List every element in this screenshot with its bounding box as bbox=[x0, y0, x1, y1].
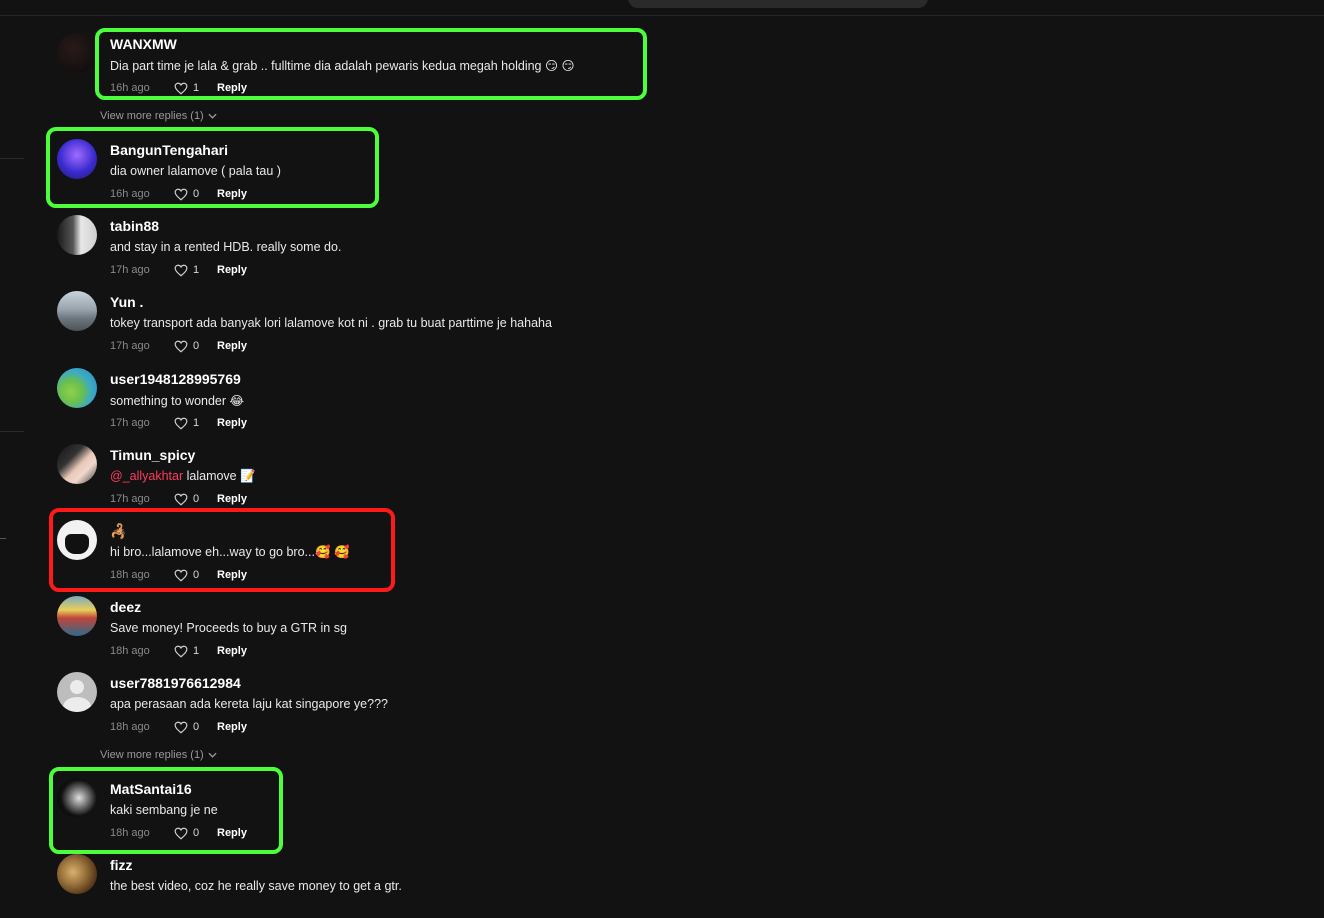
comment-time: 16h ago bbox=[110, 188, 150, 200]
chevron-down-icon bbox=[208, 752, 217, 758]
left-panel-divider bbox=[0, 431, 24, 432]
comment-username[interactable]: WANXMW bbox=[110, 36, 177, 52]
comment-meta: 17h ago 1 Reply bbox=[110, 262, 247, 278]
like-count: 0 bbox=[193, 827, 200, 839]
heart-outline-icon[interactable] bbox=[174, 645, 188, 658]
comment-username[interactable]: BangunTengahari bbox=[110, 142, 228, 158]
reply-button[interactable]: Reply bbox=[217, 417, 247, 429]
view-more-label: View more replies (1) bbox=[100, 749, 204, 761]
comment-meta: 18h ago 0 Reply bbox=[110, 719, 247, 735]
like-count: 1 bbox=[193, 264, 200, 276]
heart-outline-icon[interactable] bbox=[174, 264, 188, 277]
comment-text: dia owner lalamove ( pala tau ) bbox=[110, 164, 281, 178]
reply-button[interactable]: Reply bbox=[217, 827, 247, 839]
comment-meta: 17h ago 1 Reply bbox=[110, 415, 247, 431]
comment-text: @_allyakhtar lalamove 📝 bbox=[110, 469, 256, 484]
comment-username[interactable]: user7881976612984 bbox=[110, 675, 241, 691]
view-more-label: View more replies (1) bbox=[100, 110, 204, 122]
comment-time: 17h ago bbox=[110, 417, 150, 429]
comment-text: kaki sembang je ne bbox=[110, 803, 218, 817]
reply-button[interactable]: Reply bbox=[217, 493, 247, 505]
avatar[interactable] bbox=[57, 672, 97, 712]
avatar[interactable] bbox=[57, 33, 97, 73]
reply-button[interactable]: Reply bbox=[217, 188, 247, 200]
heart-outline-icon[interactable] bbox=[174, 340, 188, 353]
comment-text: hi bro...lalamove eh...way to go bro...🥰… bbox=[110, 545, 350, 559]
comment-text: the best video, coz he really save money… bbox=[110, 879, 402, 893]
reply-button[interactable]: Reply bbox=[217, 645, 247, 657]
heart-outline-icon[interactable] bbox=[174, 493, 188, 506]
comment-username[interactable]: Yun . bbox=[110, 294, 143, 310]
comment-time: 17h ago bbox=[110, 340, 150, 352]
comment-time: 17h ago bbox=[110, 493, 150, 505]
like-count: 0 bbox=[193, 569, 200, 581]
comment-meta: 17h ago 0 Reply bbox=[110, 338, 247, 354]
like-count: 0 bbox=[193, 493, 200, 505]
heart-outline-icon[interactable] bbox=[174, 827, 188, 840]
comment-meta: 18h ago 0 Reply bbox=[110, 567, 247, 583]
avatar[interactable] bbox=[57, 520, 97, 560]
avatar[interactable] bbox=[57, 444, 97, 484]
like-count: 1 bbox=[193, 645, 200, 657]
avatar[interactable] bbox=[57, 854, 97, 894]
heart-outline-icon[interactable] bbox=[174, 721, 188, 734]
comment-text: something to wonder 😂 bbox=[110, 394, 245, 408]
like-count: 0 bbox=[193, 188, 200, 200]
comment-text: Dia part time je lala & grab .. fulltime… bbox=[110, 59, 575, 73]
like-count: 1 bbox=[193, 82, 200, 94]
comment-text: apa perasaan ada kereta laju kat singapo… bbox=[110, 697, 388, 711]
heart-outline-icon[interactable] bbox=[174, 417, 188, 430]
header-divider bbox=[0, 15, 1324, 16]
heart-outline-icon[interactable] bbox=[174, 188, 188, 201]
comment-username[interactable]: fizz bbox=[110, 857, 133, 873]
reply-button[interactable]: Reply bbox=[217, 264, 247, 276]
default-avatar-head bbox=[70, 680, 84, 694]
comment-time: 17h ago bbox=[110, 264, 150, 276]
comment-meta: 16h ago 1 Reply bbox=[110, 80, 247, 96]
comment-time: 16h ago bbox=[110, 82, 150, 94]
left-panel-divider bbox=[0, 158, 24, 159]
avatar[interactable] bbox=[57, 778, 97, 818]
reply-button[interactable]: Reply bbox=[217, 82, 247, 94]
comment-time: 18h ago bbox=[110, 721, 150, 733]
like-count: 0 bbox=[193, 721, 200, 733]
avatar[interactable] bbox=[57, 596, 97, 636]
comment-username[interactable]: MatSantai16 bbox=[110, 781, 192, 797]
like-count: 1 bbox=[193, 417, 200, 429]
reply-button[interactable]: Reply bbox=[217, 569, 247, 581]
view-more-replies-button[interactable]: View more replies (1) bbox=[100, 110, 217, 122]
comment-text: and stay in a rented HDB. really some do… bbox=[110, 240, 342, 254]
mention-link[interactable]: @_allyakhtar bbox=[110, 469, 183, 483]
avatar[interactable] bbox=[57, 368, 97, 408]
like-count: 0 bbox=[193, 340, 200, 352]
heart-outline-icon[interactable] bbox=[174, 569, 188, 582]
comment-username[interactable]: Timun_spicy bbox=[110, 447, 195, 463]
comment-username[interactable]: tabin88 bbox=[110, 218, 159, 234]
comment-time: 18h ago bbox=[110, 645, 150, 657]
left-panel-marker bbox=[0, 538, 6, 539]
comment-meta: 16h ago 0 Reply bbox=[110, 186, 247, 202]
heart-outline-icon[interactable] bbox=[174, 82, 188, 95]
avatar[interactable] bbox=[57, 291, 97, 331]
comment-text-body: lalamove 📝 bbox=[183, 469, 256, 483]
comment-time: 18h ago bbox=[110, 569, 150, 581]
comment-text: Save money! Proceeds to buy a GTR in sg bbox=[110, 621, 347, 635]
default-avatar-body bbox=[63, 697, 91, 712]
view-more-replies-button[interactable]: View more replies (1) bbox=[100, 749, 217, 761]
mask-shape bbox=[65, 534, 89, 554]
comment-username[interactable]: deez bbox=[110, 599, 141, 615]
comment-meta: 18h ago 1 Reply bbox=[110, 643, 247, 659]
comment-username[interactable]: user1948128995769 bbox=[110, 371, 241, 387]
reply-button[interactable]: Reply bbox=[217, 721, 247, 733]
comment-username[interactable]: 🦂 bbox=[110, 523, 127, 540]
avatar[interactable] bbox=[57, 215, 97, 255]
chevron-down-icon bbox=[208, 113, 217, 119]
comment-time: 18h ago bbox=[110, 827, 150, 839]
avatar[interactable] bbox=[57, 139, 97, 179]
comment-meta: 17h ago 0 Reply bbox=[110, 491, 247, 507]
reply-button[interactable]: Reply bbox=[217, 340, 247, 352]
comment-text: tokey transport ada banyak lori lalamove… bbox=[110, 316, 552, 330]
top-search-bar[interactable] bbox=[628, 0, 928, 8]
comment-meta: 18h ago 0 Reply bbox=[110, 825, 247, 841]
